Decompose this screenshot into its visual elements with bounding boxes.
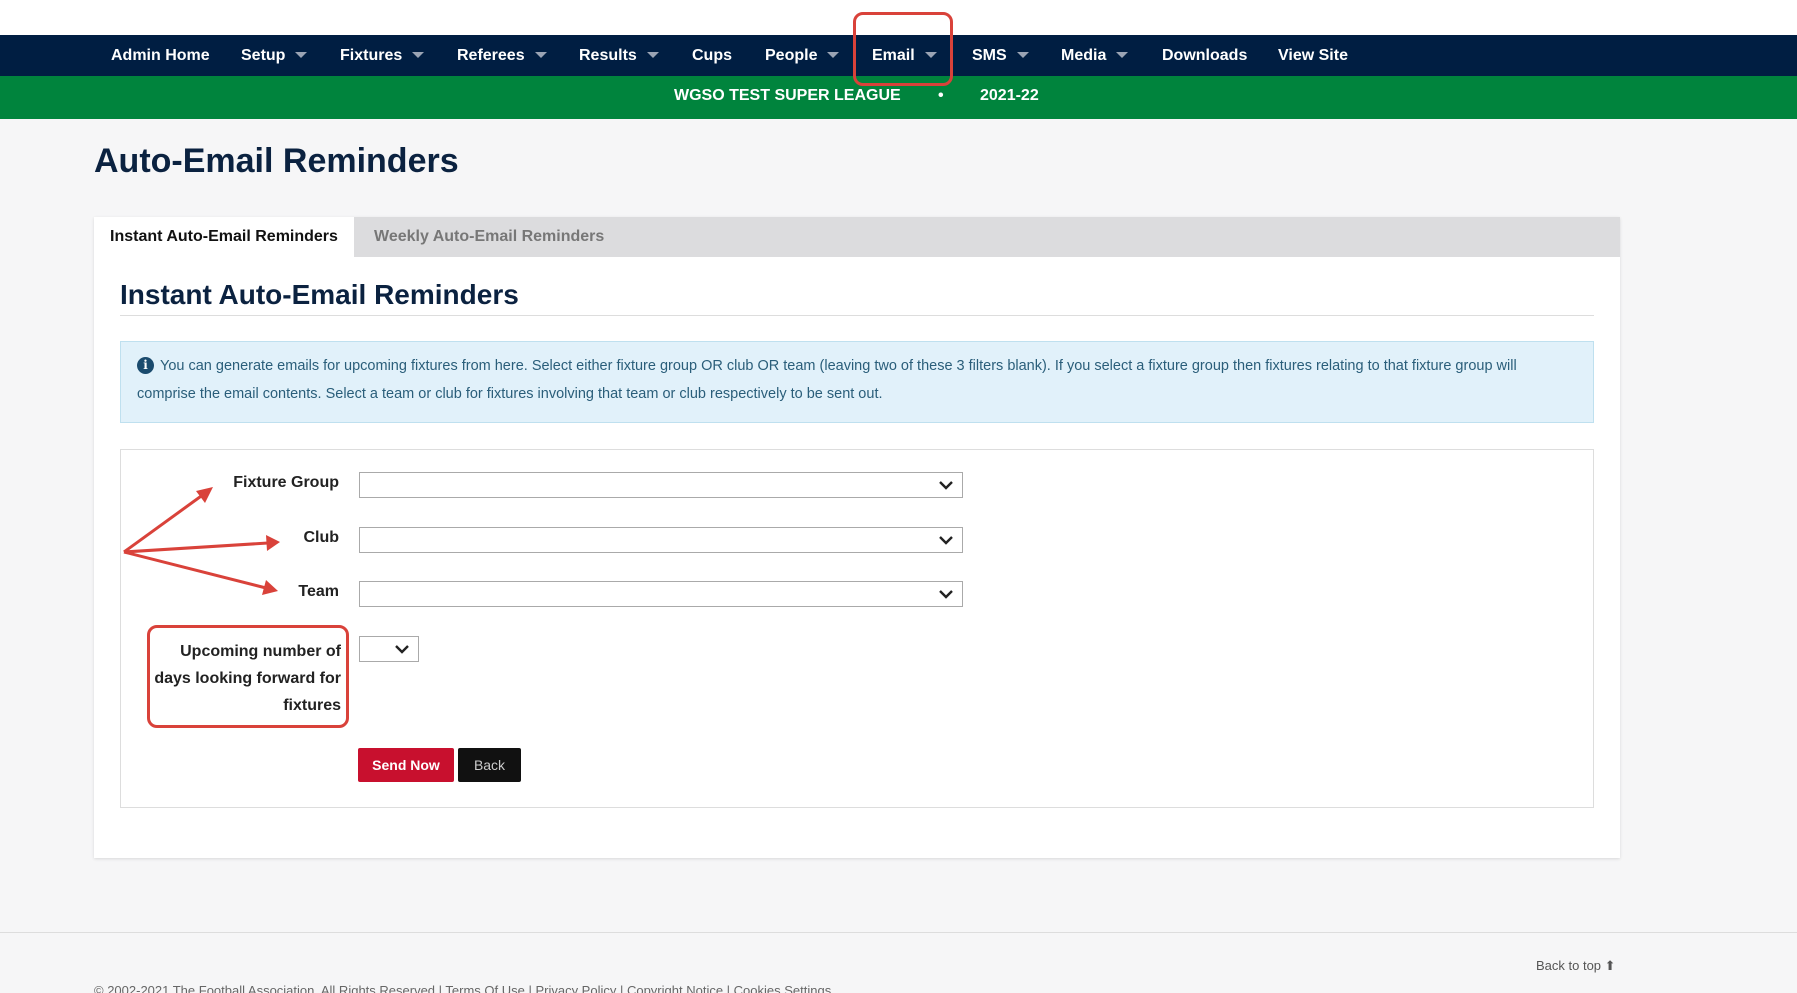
team-select[interactable] bbox=[359, 581, 963, 607]
nav-label: Downloads bbox=[1162, 47, 1248, 64]
nav-label: Admin Home bbox=[111, 47, 210, 64]
nav-sms[interactable]: SMS bbox=[972, 35, 1029, 76]
nav-label: Cups bbox=[692, 47, 732, 64]
nav-setup[interactable]: Setup bbox=[241, 35, 308, 76]
tab-bar: Instant Auto-Email Reminders Weekly Auto… bbox=[94, 217, 1620, 257]
days-forward-select[interactable] bbox=[359, 636, 419, 662]
nav-label: People bbox=[765, 47, 818, 64]
info-circle-icon: i bbox=[137, 357, 154, 374]
nav-media[interactable]: Media bbox=[1061, 35, 1129, 76]
nav-referees[interactable]: Referees bbox=[457, 35, 547, 76]
nav-label: Fixtures bbox=[340, 47, 403, 64]
days-highlight-annotation bbox=[147, 625, 349, 728]
chevron-down-icon bbox=[939, 536, 953, 545]
info-alert: i You can generate emails for upcoming fi… bbox=[120, 341, 1594, 423]
season-label: 2021-22 bbox=[980, 87, 1039, 104]
caret-down-icon bbox=[534, 51, 547, 58]
caret-down-icon bbox=[295, 51, 308, 58]
nav-fixtures[interactable]: Fixtures bbox=[340, 35, 425, 76]
back-to-top-link[interactable]: Back to top ⬆ bbox=[1536, 958, 1616, 974]
chevron-down-icon bbox=[939, 481, 953, 490]
team-label: Team bbox=[298, 583, 339, 600]
footer-divider bbox=[0, 932, 1797, 933]
nav-label: SMS bbox=[972, 47, 1007, 64]
nav-downloads[interactable]: Downloads bbox=[1162, 35, 1247, 76]
club-select[interactable] bbox=[359, 527, 963, 553]
nav-label: Media bbox=[1061, 47, 1107, 64]
chevron-down-icon bbox=[395, 645, 409, 654]
section-divider bbox=[120, 315, 1594, 316]
chevron-down-icon bbox=[939, 590, 953, 599]
caret-down-icon bbox=[1016, 51, 1029, 58]
info-text: You can generate emails for upcoming fix… bbox=[137, 358, 1517, 402]
back-button[interactable]: Back bbox=[458, 748, 521, 782]
copyright-text: © 2002-2021 The Football Association. Al… bbox=[94, 983, 832, 993]
caret-down-icon bbox=[646, 51, 659, 58]
page-title: Auto-Email Reminders bbox=[94, 142, 459, 180]
nav-label: Setup bbox=[241, 47, 286, 64]
section-title: Instant Auto-Email Reminders bbox=[120, 279, 519, 310]
email-highlight-annotation bbox=[853, 12, 953, 86]
nav-cups[interactable]: Cups bbox=[692, 35, 732, 76]
nav-label: View Site bbox=[1278, 47, 1348, 64]
nav-results[interactable]: Results bbox=[579, 35, 659, 76]
caret-down-icon bbox=[412, 51, 425, 58]
caret-down-icon bbox=[1116, 51, 1129, 58]
nav-label: Results bbox=[579, 47, 637, 64]
send-now-button[interactable]: Send Now bbox=[358, 748, 454, 782]
fixture-group-label: Fixture Group bbox=[233, 474, 339, 491]
tab-weekly-reminders[interactable]: Weekly Auto-Email Reminders bbox=[374, 217, 604, 257]
fixture-group-select[interactable] bbox=[359, 472, 963, 498]
tab-instant-reminders[interactable]: Instant Auto-Email Reminders bbox=[94, 217, 354, 257]
club-label: Club bbox=[303, 529, 339, 546]
caret-down-icon bbox=[827, 51, 840, 58]
nav-view-site[interactable]: View Site bbox=[1278, 35, 1348, 76]
reminders-card: Instant Auto-Email Reminders Weekly Auto… bbox=[94, 217, 1620, 858]
nav-label: Referees bbox=[457, 47, 525, 64]
nav-people[interactable]: People bbox=[765, 35, 840, 76]
nav-admin-home[interactable]: Admin Home bbox=[111, 35, 210, 76]
